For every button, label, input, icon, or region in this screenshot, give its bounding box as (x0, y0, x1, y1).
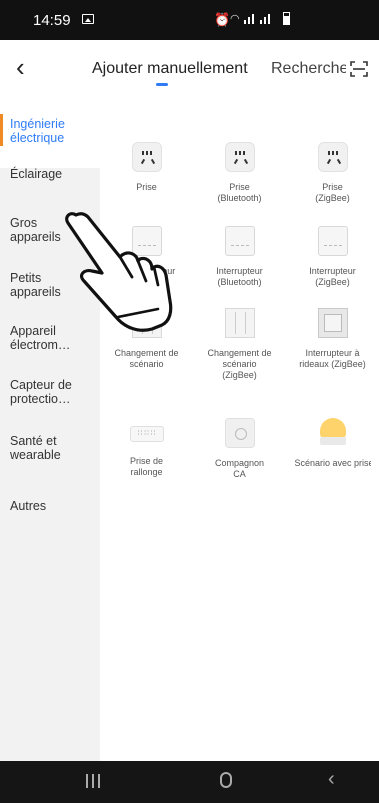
plug-icon (131, 142, 162, 172)
device-item[interactable]: Prise (Bluetooth) (193, 142, 286, 204)
system-nav-bar: ‹ (0, 761, 379, 803)
device-item[interactable]: Interrupteur à rideaux (ZigBee) (286, 308, 379, 370)
sidebar-item-health-wearable[interactable]: Santé et wearable (10, 434, 80, 462)
device-item[interactable]: Compagnon CA (193, 418, 286, 480)
device-label: Interrupteur (Bluetooth) (216, 266, 263, 287)
category-sidebar: Ingénierie électrique Éclairage Gros app… (0, 100, 100, 761)
status-time: 14:59 (33, 12, 71, 29)
sidebar-item-other[interactable]: Autres (10, 499, 98, 513)
device-item[interactable]: Changement de scénario (ZigBee) (193, 308, 286, 381)
device-grid: Prise Prise (Bluetooth) Prise (ZigBee) …… (100, 100, 379, 761)
signal-icon (244, 14, 270, 24)
curtain-switch-icon (317, 308, 348, 338)
device-label: Interrupteur (ZigBee) (309, 266, 356, 287)
wifi-icon: ◠ (230, 13, 240, 25)
nav-back-icon[interactable]: ‹ (328, 768, 335, 791)
plug-icon (317, 142, 348, 172)
home-icon[interactable] (220, 772, 232, 788)
header: ‹ Ajouter manuellement Rechercher (0, 40, 379, 100)
scene-switch-icon (224, 308, 255, 338)
back-arrow-icon[interactable]: ‹ (16, 52, 25, 82)
device-label: Interrupteur à rideaux (ZigBee) (299, 348, 366, 369)
device-item[interactable]: ∷ ∷ ∷ Prise de rallonge (100, 418, 193, 478)
sidebar-item-lighting[interactable]: Éclairage (10, 167, 98, 181)
tab-add-manually[interactable]: Ajouter manuellement (92, 60, 248, 78)
device-item[interactable]: Scénario avec prise de … (286, 418, 379, 469)
plug-icon (224, 142, 255, 172)
device-label: Prise de rallonge (129, 456, 164, 477)
power-strip-icon: ∷ ∷ ∷ (129, 426, 164, 442)
switch-icon (224, 226, 255, 256)
gallery-icon (82, 14, 94, 24)
device-label: Changement de scénario (ZigBee) (207, 348, 272, 380)
sidebar-active-indicator (0, 114, 3, 146)
device-item[interactable]: Interrupteur (Bluetooth) (193, 226, 286, 288)
device-item[interactable]: Prise (100, 142, 193, 193)
status-bar: 14:59 ⏰ ◠ (0, 0, 379, 40)
recents-icon[interactable] (86, 774, 100, 788)
pointing-hand-icon (65, 212, 173, 332)
active-tab-indicator (156, 83, 168, 86)
battery-icon (283, 12, 290, 25)
device-item[interactable]: Interrupteur (ZigBee) (286, 226, 379, 288)
device-label: Prise (Bluetooth) (217, 182, 262, 203)
device-label: Prise (ZigBee) (315, 182, 350, 203)
ac-companion-icon (224, 418, 255, 448)
tab-search[interactable]: Rechercher (271, 60, 346, 78)
switch-icon (317, 226, 348, 256)
device-label: Prise (136, 182, 157, 192)
sidebar-item-electrical[interactable]: Ingénierie électrique (10, 117, 98, 145)
alarm-icon: ⏰ (214, 12, 231, 27)
device-label: Changement de scénario (114, 348, 179, 369)
lamp-icon (318, 418, 348, 448)
device-label: Compagnon CA (214, 458, 265, 479)
device-label: Scénario avec prise de … (294, 458, 371, 468)
scan-icon[interactable] (350, 60, 368, 78)
sidebar-item-protection-sensor[interactable]: Capteur de protectio… (10, 378, 92, 406)
device-item[interactable]: Prise (ZigBee) (286, 142, 379, 204)
